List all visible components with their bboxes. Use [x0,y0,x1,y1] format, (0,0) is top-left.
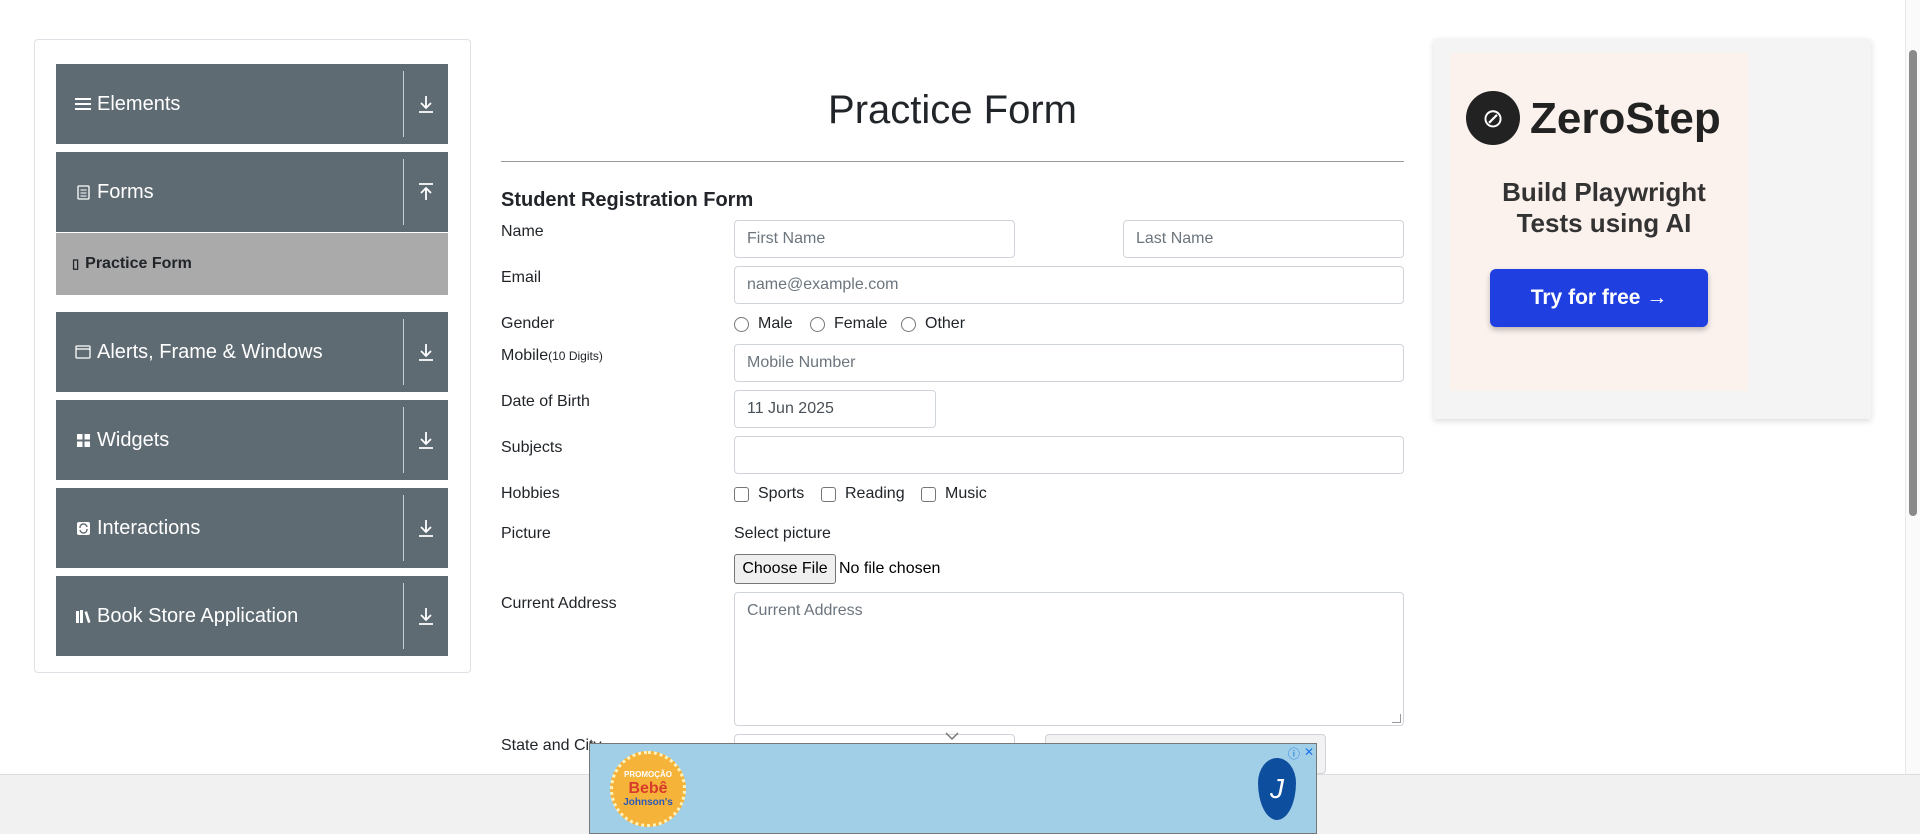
books-icon [73,606,93,626]
dob-label: Date of Birth [501,393,590,410]
option-label: Female [834,315,888,332]
sidebar-group-label: Alerts, Frame & Windows [97,340,323,363]
hobbies-label: Hobbies [501,485,560,502]
sidebar-group-label: Interactions [97,516,201,539]
divider [403,159,404,225]
promo-badge: PROMOÇÃO Bebê Johnson's [610,751,686,827]
sidebar-group-label: Forms [97,180,154,203]
gender-female-radio[interactable]: Female [810,315,887,333]
state-city-label: State and City [501,737,602,754]
mobile-label-text: Mobile [501,347,549,364]
option-label: Other [925,315,966,332]
sidebar-group-alerts[interactable]: Alerts, Frame & Windows [56,312,448,392]
option-label: Male [758,315,793,332]
scrollbar-thumb[interactable] [1909,50,1917,516]
first-name-input[interactable]: First Name [734,220,1015,258]
zerostep-logo-icon: ⊘ [1466,91,1520,145]
html-icon: ▯ [72,256,80,271]
sidebar-group-forms[interactable]: Forms [56,152,448,232]
option-label: Music [945,485,987,502]
last-name-input[interactable]: Last Name [1123,220,1404,258]
mobile-label: Mobile(10 Digits) [501,347,603,365]
ad-controls: ⓘ ✕ [1288,745,1314,762]
list-icon [73,94,93,114]
radio-circle[interactable] [901,316,916,332]
checkbox-box[interactable] [921,486,936,502]
sidebar-group-bookstore[interactable]: Book Store Application [56,576,448,656]
checkbox-box[interactable] [734,486,749,502]
divider [403,319,404,385]
chevron-down-icon [945,732,959,741]
radio-circle[interactable] [810,316,825,332]
divider [403,495,404,561]
sidebar-group-label: Widgets [97,428,170,451]
document-icon [73,182,93,202]
subjects-input[interactable] [734,436,1404,474]
collapse-icon[interactable] [412,176,440,208]
grid-icon [73,430,93,450]
ad-brand: ZeroStep [1530,94,1721,143]
divider [403,71,404,137]
sidebar-group-elements[interactable]: Elements [56,64,448,144]
sidebar-item-label: Practice Form [85,255,192,272]
date-of-birth-input[interactable]: 11 Jun 2025 [734,390,936,428]
gender-other-radio[interactable]: Other [901,315,965,333]
ad-headline: Build Playwright Tests using AI [1474,177,1734,239]
sidebar: Elements Forms ▯ Practice Form Alerts, F… [34,39,471,673]
advertisement[interactable]: ⊘ ZeroStep Build Playwright Tests using A… [1434,39,1871,419]
hobby-music-checkbox[interactable]: Music [921,485,987,503]
choose-file-button[interactable]: Choose File [734,554,836,584]
divider [403,583,404,649]
sidebar-group-label: Book Store Application [97,604,299,627]
expand-icon[interactable] [412,512,440,544]
expand-icon[interactable] [412,336,440,368]
badge-line2: Bebê [628,780,668,797]
checkbox-box[interactable] [821,486,836,502]
info-icon[interactable]: ⓘ [1288,745,1300,762]
banner-ad[interactable]: PROMOÇÃO Bebê Johnson's J ⓘ ✕ [589,743,1317,834]
email-input[interactable]: name@example.com [734,266,1404,304]
window-icon [73,342,93,362]
radio-circle[interactable] [734,316,749,332]
form-subtitle: Student Registration Form [501,189,754,211]
hobby-reading-checkbox[interactable]: Reading [821,485,905,503]
resize-handle[interactable] [1392,714,1401,723]
expand-icon[interactable] [412,600,440,632]
select-picture-label: Select picture [734,525,831,542]
address-label: Current Address [501,595,617,612]
picture-label: Picture [501,525,551,542]
scrollbar[interactable] [1905,0,1920,774]
option-label: Reading [845,485,905,502]
sidebar-item-practice-form[interactable]: ▯ Practice Form [56,233,448,295]
page-title: Practice Form [828,88,1077,132]
badge-line3: Johnson's [623,797,673,808]
mobile-input[interactable]: Mobile Number [734,344,1404,382]
ad-headline-line1: Build Playwright [1502,177,1706,207]
page: Elements Forms ▯ Practice Form Alerts, F… [0,0,1920,834]
refresh-icon [73,518,93,538]
mobile-hint: (10 Digits) [548,349,603,363]
sidebar-group-interactions[interactable]: Interactions [56,488,448,568]
sidebar-group-label: Elements [97,92,181,115]
option-label: Sports [758,485,805,502]
expand-icon[interactable] [412,88,440,120]
gender-label: Gender [501,315,555,332]
subjects-label: Subjects [501,439,563,456]
hobby-sports-checkbox[interactable]: Sports [734,485,804,503]
email-label: Email [501,269,542,286]
address-placeholder: Current Address [747,602,863,619]
sidebar-group-widgets[interactable]: Widgets [56,400,448,480]
divider [501,161,1404,162]
johnsons-logo-icon: J [1258,758,1296,820]
try-for-free-button[interactable]: Try for free → [1490,269,1708,327]
close-icon[interactable]: ✕ [1304,745,1314,762]
gender-male-radio[interactable]: Male [734,315,793,333]
name-label: Name [501,223,544,240]
file-status: No file chosen [839,560,941,577]
divider [403,407,404,473]
expand-icon[interactable] [412,424,440,456]
ad-headline-line2: Tests using AI [1516,208,1692,238]
current-address-input[interactable]: Current Address [734,592,1404,726]
